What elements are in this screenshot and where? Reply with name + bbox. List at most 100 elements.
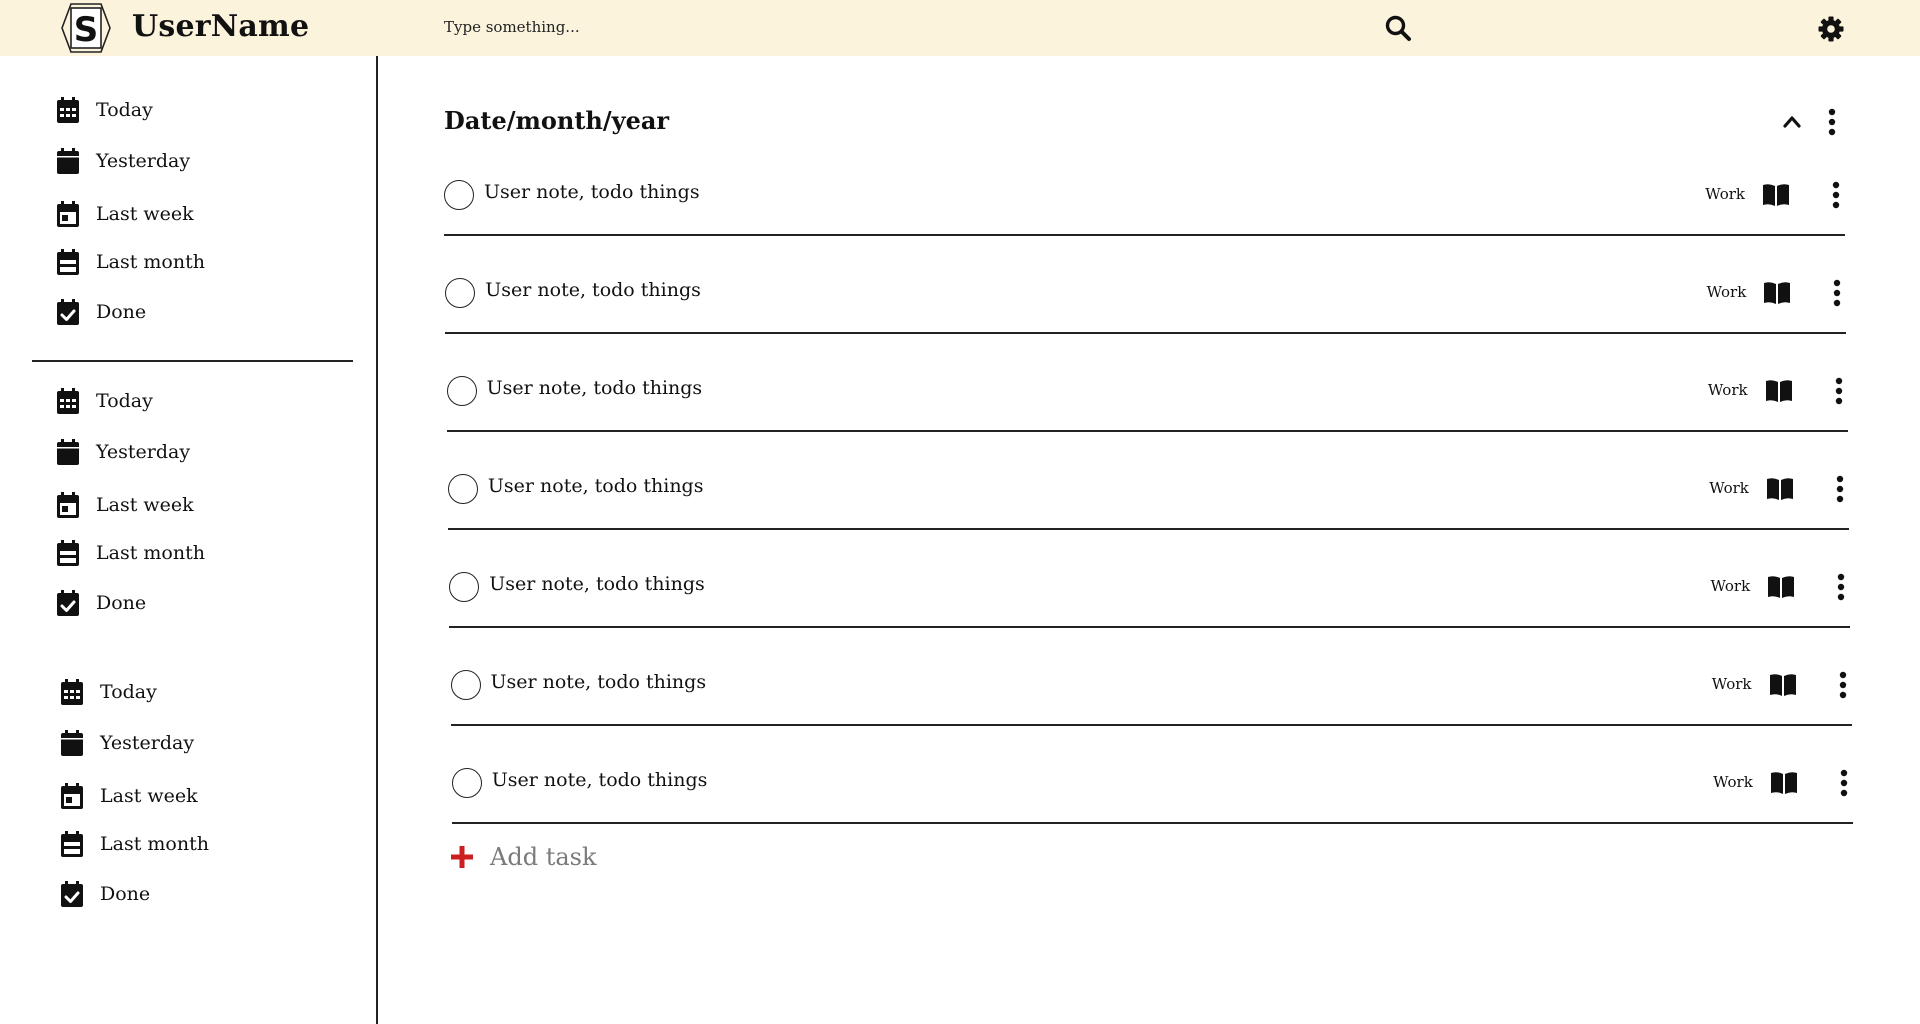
book-open-icon[interactable] [1762, 183, 1790, 207]
book-open-icon[interactable] [1767, 575, 1795, 599]
task-text[interactable]: User note, todo things [491, 671, 707, 693]
group-more-menu-icon[interactable] [1823, 108, 1841, 136]
calendar-days-icon [56, 97, 80, 123]
top-bar: S UserName [0, 0, 1920, 56]
group-date-title: Date/month/year [444, 106, 670, 135]
sidebar-item-today[interactable]: Today [60, 675, 157, 709]
task-checkbox[interactable] [444, 180, 474, 210]
sidebar-item-last-week[interactable]: Last week [56, 488, 194, 522]
task-more-menu-icon[interactable] [1834, 671, 1852, 699]
gear-icon[interactable] [1818, 16, 1844, 42]
svg-text:S: S [74, 10, 99, 50]
calendar-days-icon [56, 388, 80, 414]
task-more-menu-icon[interactable] [1832, 573, 1850, 601]
task-tag: Work [1709, 479, 1749, 497]
sidebar-item-last-week[interactable]: Last week [56, 197, 194, 231]
calendar-days-icon [60, 679, 84, 705]
add-task-button[interactable]: Add task [450, 842, 597, 872]
task-tag: Work [1707, 381, 1748, 399]
task-checkbox[interactable] [450, 670, 481, 700]
task-checkbox[interactable] [449, 572, 480, 602]
book-open-icon[interactable] [1765, 379, 1793, 403]
sidebar-item-label: Last month [100, 833, 209, 855]
task-text[interactable]: User note, todo things [492, 769, 708, 791]
sidebar-group-separator [32, 360, 353, 362]
task-row: User note, todo things Work [449, 557, 1851, 628]
task-row: User note, todo things Work [447, 459, 1849, 530]
sidebar-item-label: Yesterday [96, 441, 191, 463]
s-hexagon-logo-icon: S [61, 3, 111, 53]
search-icon[interactable] [1384, 14, 1412, 42]
task-divider [447, 528, 1849, 530]
task-checkbox[interactable] [447, 474, 478, 504]
sidebar-item-label: Last month [96, 251, 205, 273]
sidebar-divider [376, 56, 378, 1024]
sidebar-item-label: Last week [96, 203, 194, 225]
sidebar-item-done[interactable]: Done [60, 877, 150, 911]
task-text[interactable]: User note, todo things [488, 475, 704, 497]
task-text[interactable]: User note, todo things [484, 181, 700, 203]
task-row: User note, todo things Work [451, 753, 1853, 824]
calendar-week-icon [56, 492, 80, 518]
task-more-menu-icon[interactable] [1830, 377, 1848, 405]
calendar-icon [56, 439, 80, 465]
task-text[interactable]: User note, todo things [489, 573, 705, 595]
chevron-up-icon[interactable] [1782, 112, 1802, 132]
task-tag: Work [1710, 577, 1751, 595]
task-checkbox[interactable] [451, 768, 482, 798]
task-divider [450, 724, 1852, 726]
task-more-menu-icon[interactable] [1827, 181, 1845, 209]
search-input[interactable] [444, 14, 1344, 40]
sidebar-item-today[interactable]: Today [56, 93, 153, 127]
sidebar-item-label: Last month [96, 542, 205, 564]
task-text[interactable]: User note, todo things [485, 279, 701, 301]
task-text[interactable]: User note, todo things [487, 377, 703, 399]
task-row: User note, todo things Work [445, 263, 1847, 334]
calendar-minus-icon [56, 249, 80, 275]
sidebar-item-label: Last week [96, 494, 194, 516]
task-more-menu-icon[interactable] [1831, 475, 1849, 503]
calendar-icon [56, 148, 80, 174]
sidebar-item-yesterday[interactable]: Yesterday [56, 435, 190, 469]
task-tag: Work [1711, 675, 1752, 693]
task-tag: Work [1705, 185, 1745, 203]
book-open-icon[interactable] [1763, 281, 1791, 305]
sidebar-item-label: Last week [100, 785, 198, 807]
sidebar-item-label: Yesterday [96, 150, 191, 172]
sidebar-item-last-week[interactable]: Last week [60, 779, 198, 813]
book-open-icon[interactable] [1766, 477, 1794, 501]
sidebar-item-last-month[interactable]: Last month [56, 245, 205, 279]
sidebar-item-label: Today [100, 681, 157, 703]
task-divider [444, 234, 1845, 236]
calendar-minus-icon [56, 540, 80, 566]
task-row: User note, todo things Work [444, 165, 1845, 236]
task-more-menu-icon[interactable] [1835, 769, 1853, 797]
task-checkbox[interactable] [445, 278, 476, 308]
sidebar-item-label: Yesterday [100, 732, 195, 754]
task-row: User note, todo things Work [446, 361, 1848, 432]
add-task-label: Add task [490, 843, 597, 871]
sidebar-item-done[interactable]: Done [56, 586, 146, 620]
book-open-icon[interactable] [1770, 771, 1798, 795]
book-open-icon[interactable] [1769, 673, 1797, 697]
sidebar-item-label: Today [96, 99, 153, 121]
sidebar-item-last-month[interactable]: Last month [56, 536, 205, 570]
calendar-check-icon [60, 881, 84, 907]
sidebar-item-today[interactable]: Today [56, 384, 153, 418]
calendar-minus-icon [60, 831, 84, 857]
sidebar-item-done[interactable]: Done [56, 295, 146, 329]
sidebar-item-label: Done [96, 592, 147, 614]
sidebar-item-label: Done [100, 883, 151, 905]
sidebar-item-last-month[interactable]: Last month [60, 827, 209, 861]
plus-icon [451, 846, 473, 868]
task-divider [446, 430, 1848, 432]
sidebar-item-yesterday[interactable]: Yesterday [56, 144, 190, 178]
calendar-check-icon [56, 590, 80, 616]
task-more-menu-icon[interactable] [1828, 279, 1846, 307]
task-checkbox[interactable] [446, 376, 477, 406]
task-row: User note, todo things Work [450, 655, 1852, 726]
task-tag: Work [1713, 773, 1753, 791]
sidebar-item-yesterday[interactable]: Yesterday [60, 726, 194, 760]
task-divider [451, 822, 1853, 824]
calendar-week-icon [56, 201, 80, 227]
